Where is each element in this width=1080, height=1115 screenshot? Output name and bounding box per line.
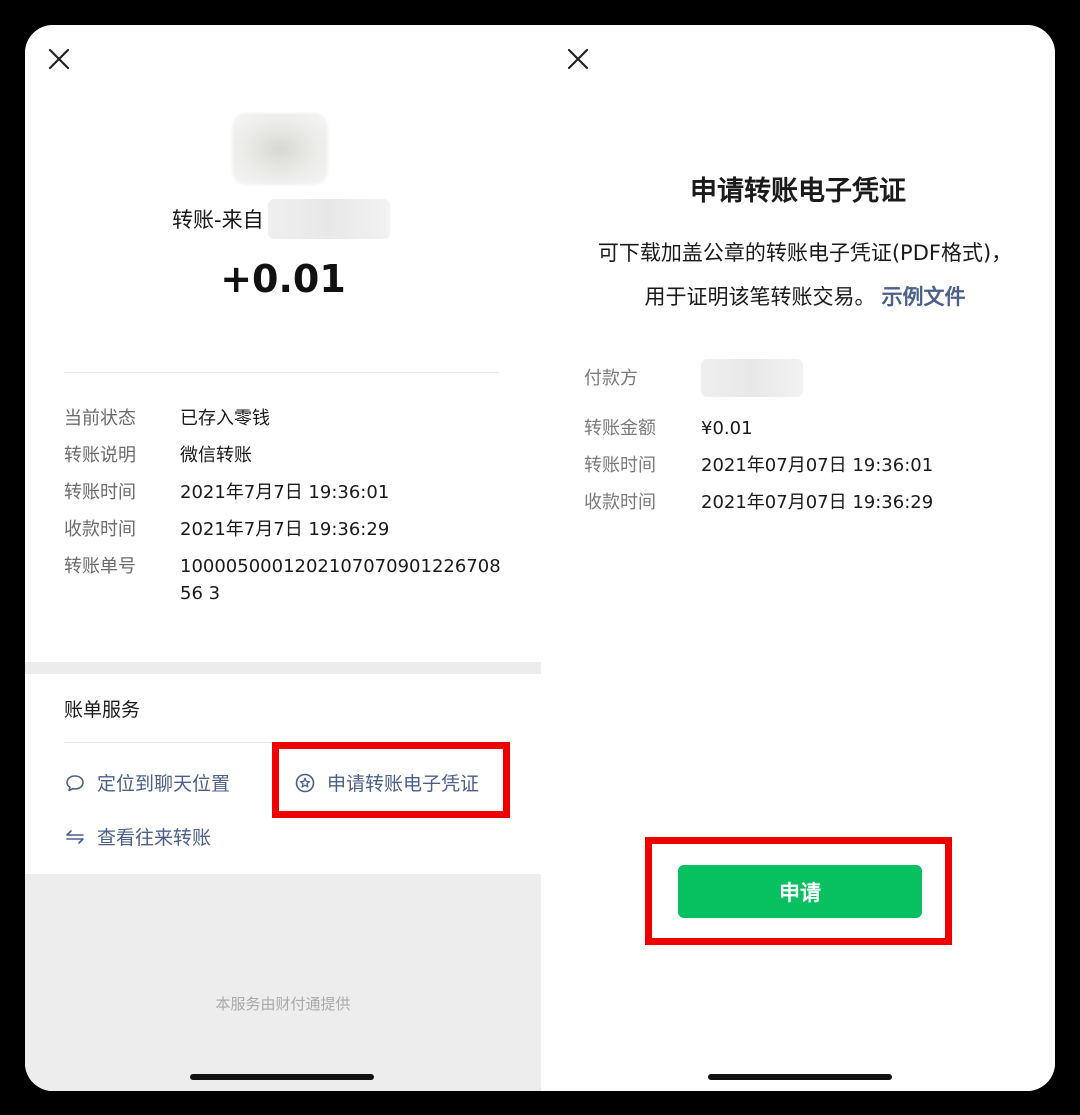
chat-bubble-icon (64, 772, 86, 794)
detail-value: 2021年07月07日 19:36:29 (701, 492, 934, 513)
detail-label: 收款时间 (64, 519, 136, 540)
provider-footer: 本服务由财付通提供 (215, 995, 351, 1013)
detail-label: 转账金额 (584, 418, 656, 439)
voucher-description: 可下载加盖公章的转账电子凭证(PDF格式)，用于证明该笔转账交易。 示例文件 (595, 231, 1015, 319)
transfer-amount: +0.01 (220, 257, 346, 301)
close-icon[interactable] (47, 47, 71, 71)
sample-file-link[interactable]: 示例文件 (882, 285, 966, 309)
transfer-from-label: 转账-来自 (172, 208, 264, 232)
transfer-from: 转账-来自 (172, 199, 390, 239)
detail-row-status: 当前状态 已存入零钱 (64, 405, 504, 432)
transfer-arrows-icon (64, 826, 86, 848)
detail-label: 转账时间 (64, 482, 136, 503)
detail-label: 当前状态 (64, 408, 136, 429)
apply-voucher-pane: 申请转账电子凭证 可下载加盖公章的转账电子凭证(PDF格式)，用于证明该笔转账交… (541, 25, 1055, 1091)
detail-row-note: 转账说明 微信转账 (64, 442, 504, 469)
footer-area (25, 874, 541, 1091)
detail-label: 转账说明 (64, 445, 136, 466)
detail-value: 已存入零钱 (180, 408, 270, 429)
detail-value: 2021年7月7日 19:36:29 (180, 519, 390, 540)
detail-row-receive-time: 收款时间 2021年7月7日 19:36:29 (64, 516, 504, 543)
avatar (232, 113, 328, 185)
locate-chat-link[interactable]: 定位到聊天位置 (64, 769, 230, 796)
sender-name-redacted (267, 199, 390, 239)
detail-label: 收款时间 (584, 492, 656, 513)
transfer-details-list: 当前状态 已存入零钱 转账说明 微信转账 转账时间 2021年7月7日 19:3… (64, 405, 504, 617)
view-transfers-label: 查看往来转账 (97, 827, 212, 849)
detail-value: ¥0.01 (701, 418, 753, 439)
detail-row-transaction-id: 转账单号 100005000120210707090122670856 3 (64, 553, 504, 607)
section-separator (25, 662, 541, 674)
screenshot-frame: 转账-来自 +0.01 当前状态 已存入零钱 转账说明 微信转账 转账时间 20… (25, 25, 1055, 1091)
detail-row-receive-time: 收款时间 2021年07月07日 19:36:29 (584, 489, 1024, 516)
detail-row-amount: 转账金额 ¥0.01 (584, 415, 1024, 442)
divider (64, 372, 499, 373)
highlight-box (272, 742, 510, 818)
view-transfers-link[interactable]: 查看往来转账 (64, 823, 211, 850)
bill-services-title: 账单服务 (64, 699, 141, 721)
locate-chat-label: 定位到聊天位置 (97, 773, 231, 795)
payer-name-redacted (701, 359, 803, 405)
detail-value: 2021年07月07日 19:36:01 (701, 455, 934, 476)
detail-value: 100005000120210707090122670856 3 (180, 556, 501, 604)
voucher-details-list: 付款方 转账金额 ¥0.01 转账时间 2021年07月07日 19:36:01… (584, 359, 1024, 526)
close-icon[interactable] (566, 47, 590, 71)
page-title: 申请转账电子凭证 (690, 176, 906, 207)
detail-value: 微信转账 (180, 445, 252, 466)
home-indicator[interactable] (190, 1074, 374, 1080)
transfer-detail-pane: 转账-来自 +0.01 当前状态 已存入零钱 转账说明 微信转账 转账时间 20… (25, 25, 541, 1091)
detail-value: 2021年7月7日 19:36:01 (180, 482, 390, 503)
detail-row-transfer-time: 转账时间 2021年07月07日 19:36:01 (584, 452, 1024, 479)
highlight-box (645, 837, 952, 945)
home-indicator[interactable] (708, 1074, 892, 1080)
detail-row-transfer-time: 转账时间 2021年7月7日 19:36:01 (64, 479, 504, 506)
detail-label: 付款方 (584, 368, 638, 389)
detail-label: 转账单号 (64, 556, 136, 577)
detail-row-payer: 付款方 (584, 359, 1024, 405)
detail-label: 转账时间 (584, 455, 656, 476)
